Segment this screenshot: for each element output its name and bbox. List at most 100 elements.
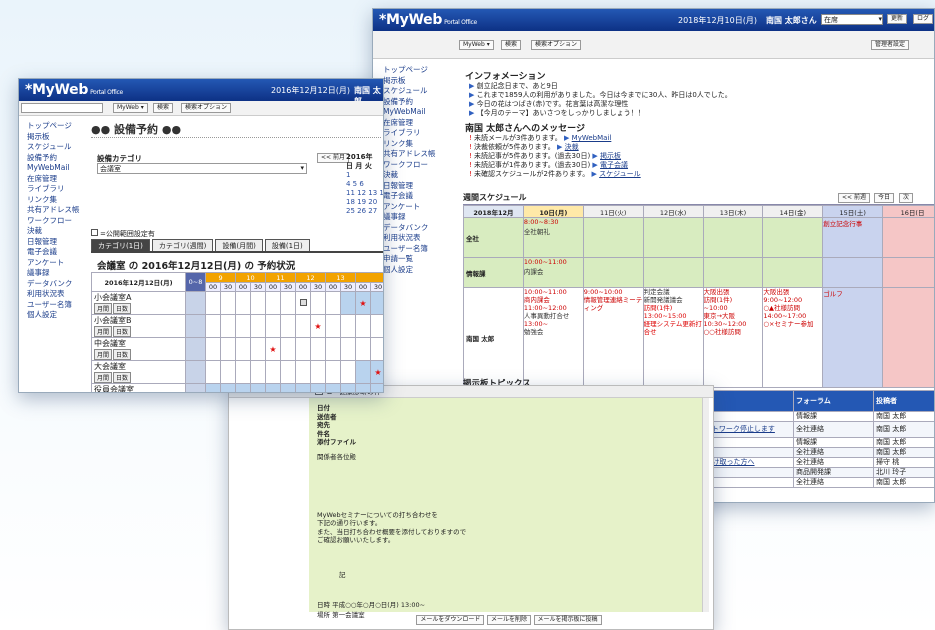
schedule-column-header[interactable]: 10日(月)	[522, 205, 584, 218]
daily-view-button[interactable]: 日数	[113, 372, 132, 383]
time-slot[interactable]	[370, 314, 383, 338]
time-slot[interactable]	[355, 360, 372, 384]
schedule-event[interactable]: 訪問(1件)	[704, 296, 733, 304]
time-slot[interactable]	[310, 383, 327, 392]
schedule-event[interactable]: 経理システム更新打合せ	[644, 320, 702, 336]
schedule-column-header[interactable]: 13日(木)	[702, 205, 764, 218]
time-slot[interactable]	[295, 291, 312, 315]
monthly-view-button[interactable]: 月間	[94, 372, 113, 383]
sidebar-item[interactable]: 共有アドレス帳	[383, 149, 457, 160]
time-slot[interactable]	[280, 314, 297, 338]
sidebar-item[interactable]: ワークフロー	[27, 216, 101, 227]
schedule-column-header[interactable]: 15日(土)	[822, 205, 884, 218]
schedule-event[interactable]: 商内課会	[524, 296, 550, 304]
sidebar-item[interactable]: 在席管理	[383, 118, 457, 129]
sidebar-item[interactable]: 議事録	[383, 212, 457, 223]
memo-icon[interactable]	[299, 298, 307, 306]
time-slot[interactable]	[295, 337, 312, 361]
schedule-event[interactable]: 情報管理連絡ミーティング	[584, 296, 643, 312]
time-slot[interactable]	[280, 383, 297, 392]
calendar-week[interactable]: 25 26 27	[346, 207, 383, 216]
time-slot[interactable]	[205, 383, 221, 392]
status-select[interactable]: 在席 ▾	[821, 14, 883, 25]
reservation-star-icon[interactable]: ★	[374, 368, 381, 377]
reservation-star-icon[interactable]: ★	[359, 299, 366, 308]
time-slot[interactable]	[325, 360, 342, 384]
schedule-event[interactable]: 訪問(1件)	[644, 304, 673, 312]
time-slot[interactable]	[235, 383, 252, 392]
time-slot[interactable]	[340, 314, 357, 338]
sidebar-item[interactable]: 決裁	[383, 170, 457, 181]
time-slot[interactable]	[310, 291, 327, 315]
reservation-star-icon[interactable]: ★	[314, 322, 321, 331]
sidebar-item[interactable]: アンケート	[27, 258, 101, 269]
category-select[interactable]: 会議室 ▾	[97, 163, 307, 174]
sidebar-item[interactable]: 申請一覧	[383, 254, 457, 265]
time-slot[interactable]	[280, 360, 297, 384]
room-name[interactable]: 小会議室A	[94, 292, 185, 303]
time-slot[interactable]	[235, 360, 252, 384]
sidebar-item[interactable]: MyWebMail	[383, 107, 457, 118]
time-slot[interactable]	[219, 291, 237, 315]
bbs-column-header[interactable]: 投稿者	[873, 390, 934, 412]
update-button[interactable]: 更新	[887, 14, 908, 24]
schedule-event[interactable]: 判定会議	[644, 288, 670, 296]
sidebar-item[interactable]: 掲示板	[27, 132, 101, 143]
search-options-button[interactable]: 検索オプション	[531, 40, 582, 50]
time-slot[interactable]	[265, 314, 282, 338]
time-slot[interactable]	[295, 383, 312, 392]
quick-input[interactable]	[21, 103, 103, 113]
daily-view-button[interactable]: 日数	[113, 349, 132, 360]
sidebar-item[interactable]: データバンク	[383, 223, 457, 234]
sidebar-item[interactable]: アンケート	[383, 202, 457, 213]
admin-settings-button[interactable]: 管理者設定	[871, 40, 910, 50]
time-slot[interactable]	[325, 291, 342, 315]
calendar-week[interactable]: 11 12 13 1	[346, 189, 383, 198]
time-slot[interactable]: ★	[370, 360, 383, 384]
schedule-event[interactable]: 大阪出張	[704, 288, 730, 296]
search-button[interactable]: 検索	[501, 40, 522, 50]
sidebar-item[interactable]: ライブラリ	[383, 128, 457, 139]
sidebar-item[interactable]: リンク集	[27, 195, 101, 206]
sidebar-item[interactable]: トップページ	[27, 121, 101, 132]
time-slot[interactable]	[250, 383, 267, 392]
time-slot[interactable]	[295, 314, 312, 338]
sidebar-item[interactable]: 電子会議	[27, 247, 101, 258]
next-week-button[interactable]: 次	[899, 193, 914, 203]
sidebar-item[interactable]: スケジュール	[383, 86, 457, 97]
scrollbar[interactable]	[702, 398, 709, 612]
time-slot[interactable]	[325, 383, 342, 392]
sidebar-item[interactable]: 個人設定	[27, 310, 101, 321]
schedule-event[interactable]: 大阪出張	[763, 288, 789, 296]
schedule-event[interactable]: ○○社様訪問	[704, 328, 741, 336]
sidebar-item[interactable]: 決裁	[27, 226, 101, 237]
time-slot[interactable]: ★	[355, 291, 372, 315]
schedule-column-header[interactable]: 14日(金)	[762, 205, 824, 218]
search-options-button[interactable]: 検索オプション	[181, 103, 232, 113]
sidebar-item[interactable]: トップページ	[383, 65, 457, 76]
time-slot[interactable]	[340, 360, 357, 384]
sidebar-item[interactable]: リンク集	[383, 139, 457, 150]
sidebar-item[interactable]: 在席管理	[27, 174, 101, 185]
daily-view-button[interactable]: 日数	[113, 326, 132, 337]
monthly-view-button[interactable]: 月間	[94, 349, 113, 360]
sidebar-item[interactable]: 設備予約	[383, 97, 457, 108]
time-slot[interactable]	[370, 337, 383, 361]
time-slot[interactable]	[235, 314, 252, 338]
time-slot[interactable]	[310, 360, 327, 384]
time-slot[interactable]	[250, 291, 267, 315]
message-link[interactable]: 電子会議	[600, 161, 628, 169]
time-slot[interactable]	[265, 383, 282, 392]
room-name[interactable]: 役員会議室	[94, 384, 185, 392]
sidebar-item[interactable]: 日報管理	[27, 237, 101, 248]
sidebar-item[interactable]: データバンク	[27, 279, 101, 290]
sidebar-item[interactable]: 利用状況表	[27, 289, 101, 300]
sidebar-item[interactable]: 共有アドレス帳	[27, 205, 101, 216]
sidebar-item[interactable]: 掲示板	[383, 76, 457, 87]
time-slot[interactable]	[250, 314, 267, 338]
time-slot[interactable]	[235, 291, 252, 315]
reservation-star-icon[interactable]: ★	[269, 345, 276, 354]
reservation-star-icon[interactable]: ★	[374, 391, 381, 393]
time-slot[interactable]	[355, 337, 372, 361]
monthly-view-button[interactable]: 月間	[94, 303, 113, 314]
